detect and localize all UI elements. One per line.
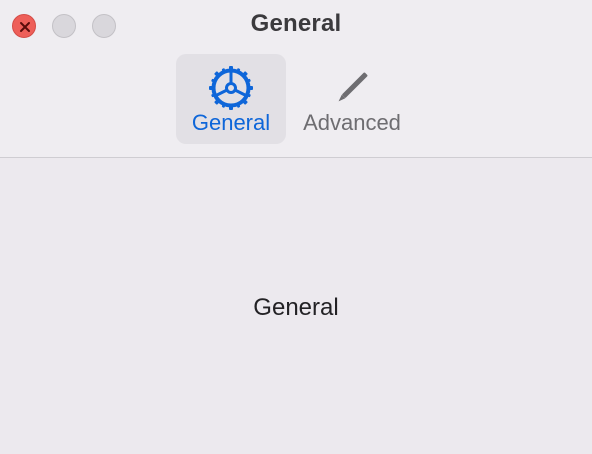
window-title: General — [250, 10, 342, 37]
content-label: General — [253, 294, 339, 321]
pencil-icon — [338, 72, 368, 102]
toolbar-item-general-label: General — [191, 110, 271, 135]
toolbar-item-general[interactable]: General — [176, 54, 286, 144]
toolbar-item-advanced-label: Advanced — [303, 110, 401, 135]
toolbar-item-advanced[interactable]: Advanced — [294, 54, 410, 144]
gear-icon — [209, 66, 253, 110]
titlebar-toolbar: General General Advanced — [0, 0, 592, 158]
preferences-window: General General Advanced General — [0, 0, 592, 454]
